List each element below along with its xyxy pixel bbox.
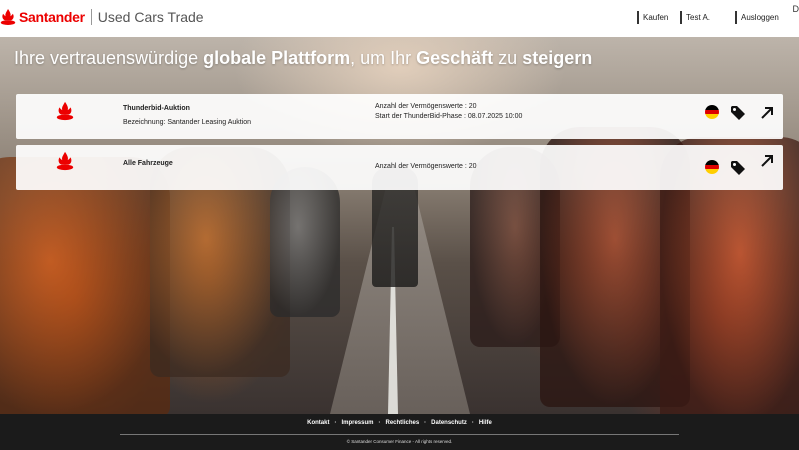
card-start-time: Start der ThunderBid-Phase : 08.07.2025 … (375, 113, 523, 120)
nav-kaufen[interactable]: Kaufen (637, 11, 668, 24)
footer-link-hilfe[interactable]: Hilfe (479, 420, 492, 426)
germany-flag-icon (705, 105, 719, 119)
footer-link-rechtliches[interactable]: Rechtliches (385, 420, 419, 426)
brand-name: Santander (19, 9, 85, 25)
card-asset-count: Anzahl der Vermögenswerte : 20 (375, 103, 477, 110)
open-arrow-icon[interactable] (760, 154, 774, 168)
auction-card-thunderbid[interactable]: Thunderbid-Auktion Bezeichnung: Santande… (16, 94, 783, 139)
footer-links: Kontakt · Impressum · Rechtliches · Datenschut… (0, 420, 799, 426)
card-subtitle: Bezeichnung: Santander Leasing Auktion (123, 119, 252, 126)
footer-link-kontakt[interactable]: Kontakt (307, 420, 329, 426)
open-arrow-icon[interactable] (760, 106, 774, 120)
language-selector[interactable]: D (793, 4, 799, 14)
footer-link-datenschutz[interactable]: Datenschutz (431, 420, 467, 426)
card-title: Alle Fahrzeuge (123, 160, 173, 167)
germany-flag-icon (705, 160, 719, 174)
footer-divider (120, 434, 679, 435)
footer-separator: · (424, 420, 427, 426)
nav-user[interactable]: Test A. (680, 11, 710, 24)
card-title: Thunderbid-Auktion (123, 105, 190, 112)
top-header: Santander Used Cars Trade Kaufen Test A.… (0, 0, 799, 37)
footer-separator: · (334, 420, 337, 426)
tag-icon[interactable] (730, 160, 746, 176)
hero-section: Ihre vertrauenswürdige globale Plattform… (0, 37, 799, 414)
footer-separator: · (471, 420, 474, 426)
santander-logo[interactable]: Santander Used Cars Trade (0, 7, 204, 27)
hero-headline: Ihre vertrauenswürdige globale Plattform… (14, 48, 593, 68)
santander-flame-icon (56, 101, 74, 121)
tag-icon[interactable] (730, 105, 746, 121)
background-car (0, 157, 170, 414)
santander-flame-icon (0, 9, 16, 25)
app-name: Used Cars Trade (97, 9, 204, 25)
santander-flame-icon (56, 151, 74, 171)
logo-divider (90, 9, 92, 25)
footer-separator: · (378, 420, 381, 426)
copyright: © Santander Consumer Finance - All right… (346, 439, 453, 444)
card-asset-count: Anzahl der Vermögenswerte : 20 (375, 163, 477, 170)
footer: Kontakt · Impressum · Rechtliches · Datenschut… (0, 414, 799, 450)
auction-card-all-vehicles[interactable]: Alle Fahrzeuge Anzahl der Vermögenswerte… (16, 145, 783, 190)
footer-link-impressum[interactable]: Impressum (341, 420, 373, 426)
nav-logout[interactable]: Ausloggen (735, 11, 779, 24)
